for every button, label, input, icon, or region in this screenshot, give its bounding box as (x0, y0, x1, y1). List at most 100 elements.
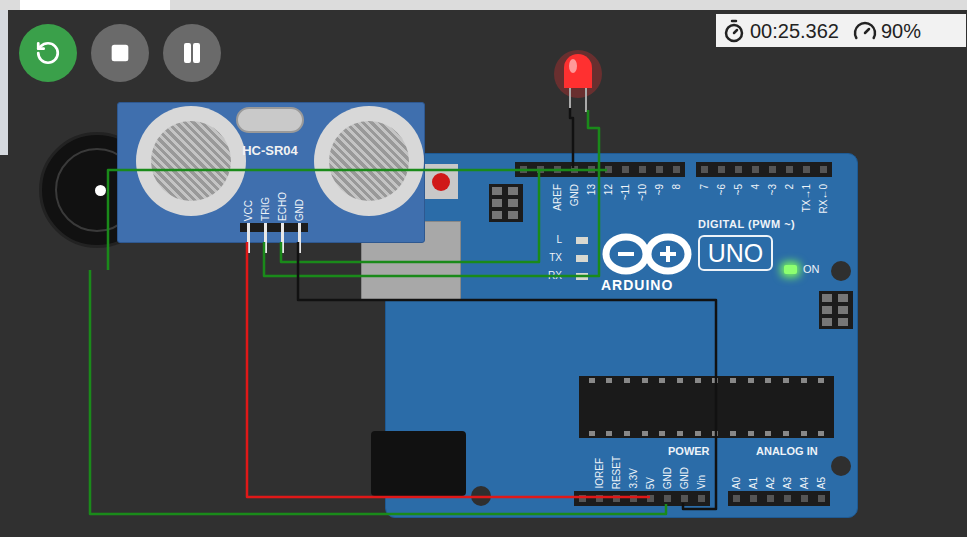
speed-gauge-icon (853, 19, 877, 43)
wire[interactable] (90, 270, 666, 514)
pause-button[interactable] (163, 24, 221, 82)
digital-label: DIGITAL (PWM ~) (698, 216, 795, 233)
pin-label: RX←0 (819, 184, 829, 213)
sensor-pin[interactable] (240, 223, 257, 232)
header-pin[interactable] (566, 166, 583, 173)
header-pin[interactable] (815, 166, 832, 173)
mounting-hole (831, 261, 851, 281)
header-pin[interactable] (730, 166, 747, 173)
arduino-board[interactable]: AREFGND1312~11~10~987~6~54~32TX→1RX←0DIG… (385, 153, 858, 518)
pin-label: 13 (587, 184, 597, 195)
pin-label: GND (680, 467, 690, 489)
pin-label: VCC (244, 200, 254, 221)
restart-button[interactable] (19, 24, 77, 82)
power-header (574, 491, 710, 506)
reset-button[interactable] (424, 164, 458, 199)
header-pin[interactable] (591, 495, 608, 502)
power-led: ON (784, 264, 820, 275)
power-label: POWER (668, 446, 710, 457)
pin-label: AREF (553, 184, 563, 211)
header-pin[interactable] (574, 495, 591, 502)
tab-strip[interactable] (20, 0, 170, 10)
transducer (314, 106, 424, 216)
arduino-logo-icon (599, 232, 695, 276)
pin-label: GND (570, 184, 580, 206)
elapsed-time: 00:25.362 (750, 21, 839, 41)
sensor-name: HC-SR04 (236, 144, 304, 157)
pin-label: 7 (700, 184, 710, 190)
sensor-pin[interactable] (274, 223, 291, 232)
header-pin[interactable] (676, 495, 693, 502)
pin-label: RESET (612, 456, 622, 489)
header-pin[interactable] (532, 166, 549, 173)
header-pin[interactable] (617, 166, 634, 173)
stop-icon (110, 43, 130, 63)
header-pin[interactable] (549, 166, 566, 173)
mounting-hole (831, 456, 851, 476)
pin-label: TRIG (261, 197, 271, 221)
header-pin[interactable] (728, 495, 745, 502)
header-pin[interactable] (634, 166, 651, 173)
header-pin[interactable] (515, 166, 532, 173)
ultrasonic-sensor[interactable]: HC-SR04VCCTRIGECHOGND (117, 102, 425, 243)
header-pin[interactable] (625, 495, 642, 502)
wire[interactable] (108, 170, 607, 270)
header-pin[interactable] (713, 166, 730, 173)
analog-pin-labels: A0A1A2A3A4A5 (728, 442, 830, 489)
wire[interactable] (298, 242, 716, 509)
header-pin[interactable] (583, 166, 600, 173)
restart-icon (35, 40, 61, 66)
header-pin[interactable] (659, 495, 676, 502)
header-pin[interactable] (813, 495, 830, 502)
sensor-pin[interactable] (291, 223, 308, 232)
pin-label: 3.3V (629, 468, 639, 489)
header-pin[interactable] (668, 166, 685, 173)
pin-label: ~10 (638, 184, 648, 201)
simulator-window: AREFGND1312~11~10~987~6~54~32TX→1RX←0DIG… (0, 0, 967, 537)
header-pin[interactable] (745, 495, 762, 502)
header-pin[interactable] (642, 495, 659, 502)
stop-button[interactable] (91, 24, 149, 82)
sensor-pin-labels: VCCTRIGECHOGND (240, 195, 308, 221)
header-pin[interactable] (762, 495, 779, 502)
power-jack (371, 431, 466, 496)
pin-label: 8 (672, 184, 682, 190)
pause-icon (180, 41, 204, 65)
pin-label: A4 (800, 477, 810, 489)
analog-label: ANALOG IN (756, 446, 818, 457)
digital-header (696, 162, 832, 177)
header-pin[interactable] (747, 166, 764, 173)
header-pin[interactable] (781, 166, 798, 173)
pin-label: GND (663, 467, 673, 489)
header-pin[interactable] (798, 166, 815, 173)
transducer (136, 106, 246, 216)
wire[interactable] (264, 110, 599, 276)
analog-header (728, 491, 830, 506)
header-pin[interactable] (696, 166, 713, 173)
header-pin[interactable] (764, 166, 781, 173)
pin-label: A2 (766, 477, 776, 489)
pin-label: ~6 (717, 184, 727, 195)
wire[interactable] (281, 170, 539, 262)
onboard-leds: LTXRX (544, 234, 588, 282)
sim-status: 00:25.36290% (716, 14, 966, 47)
wire[interactable] (247, 242, 650, 497)
header-pin[interactable] (651, 166, 668, 173)
header-pin[interactable] (600, 166, 617, 173)
onboard-led: TX (544, 252, 588, 264)
pin-label: A0 (732, 477, 742, 489)
pin-label: A1 (749, 477, 759, 489)
led[interactable] (552, 44, 604, 114)
header-pin[interactable] (779, 495, 796, 502)
pin-label: ~5 (734, 184, 744, 195)
sensor-header (240, 223, 308, 232)
stopwatch-icon (722, 19, 746, 43)
sensor-pin[interactable] (257, 223, 274, 232)
header-pin[interactable] (608, 495, 625, 502)
wire[interactable] (570, 108, 573, 168)
microcontroller-chip (579, 376, 834, 438)
power-pin-labels: IOREFRESET3.3V5VGNDGNDVin (591, 442, 710, 489)
header-pin[interactable] (796, 495, 813, 502)
icsp-header (819, 291, 853, 329)
header-pin[interactable] (693, 495, 710, 502)
